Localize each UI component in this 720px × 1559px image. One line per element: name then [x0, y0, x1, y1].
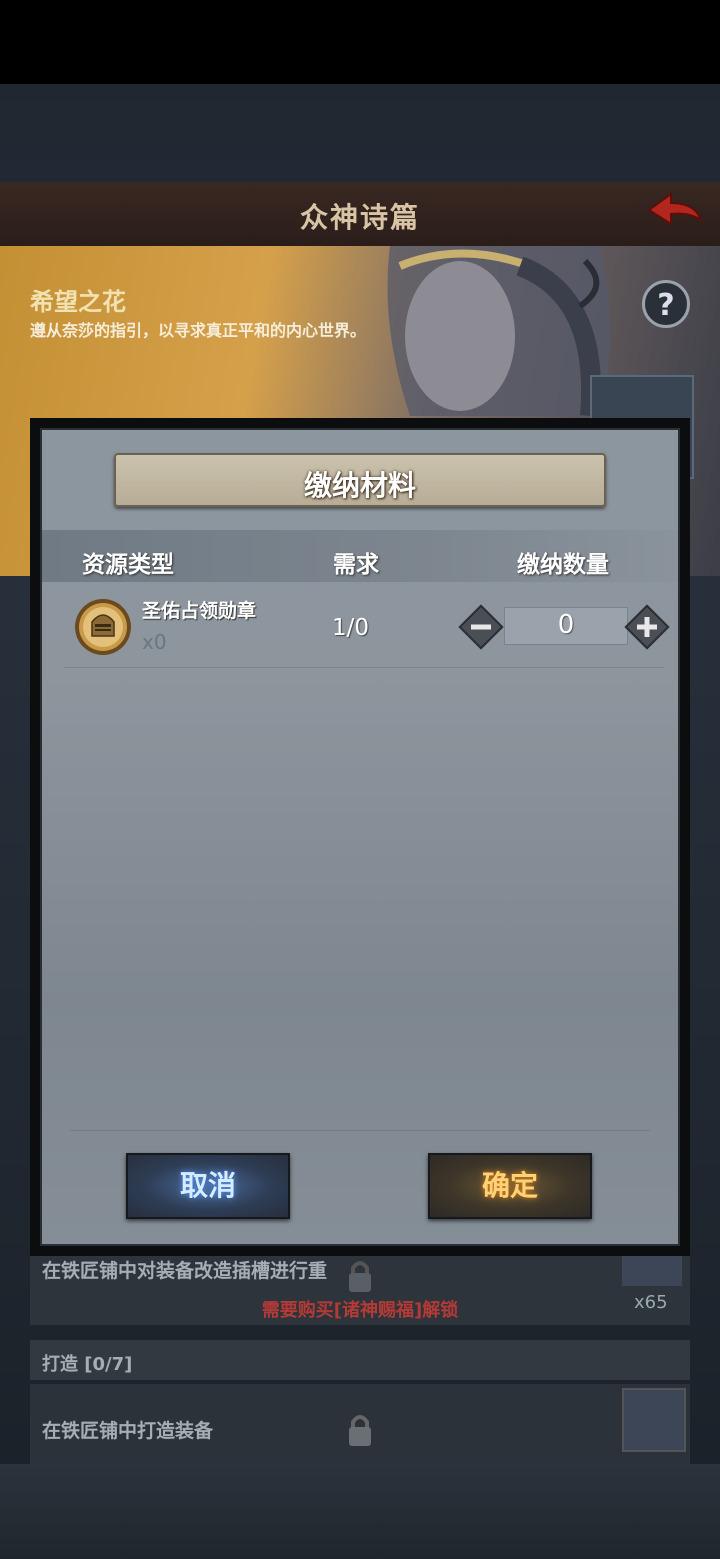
banner-title: 希望之花	[30, 288, 126, 316]
bottom-bar-area	[0, 1464, 720, 1559]
lock-message: 需要购买[诸神赐福]解锁	[261, 1300, 459, 1321]
knight-helmet-medal-icon	[75, 599, 131, 655]
item-need: 1/0	[332, 615, 370, 641]
column-header-type: 资源类型	[82, 552, 174, 578]
status-bar-area	[0, 0, 720, 84]
quantity-value[interactable]: 0	[504, 610, 628, 640]
confirm-button[interactable]: 确定	[428, 1153, 592, 1219]
reward-icon	[622, 1388, 686, 1452]
plus-icon[interactable]	[622, 602, 672, 652]
task-label: 在铁匠铺中打造装备	[42, 1420, 214, 1442]
banner-description: 遵从奈莎的指引，以寻求真正平和的内心世界。	[30, 321, 367, 340]
item-name: 圣佑占领勋章	[142, 600, 257, 622]
reward-count: x65	[634, 1292, 668, 1313]
help-icon[interactable]: ?	[642, 280, 690, 328]
lock-icon	[349, 1415, 371, 1446]
page-title: 众神诗篇	[299, 201, 420, 234]
section-label: 打造 [0/7]	[42, 1354, 133, 1375]
minus-icon[interactable]	[456, 602, 506, 652]
column-header-amount: 缴纳数量	[517, 552, 609, 578]
task-label: 在铁匠铺中对装备改造插槽进行重	[42, 1260, 328, 1282]
lock-icon	[349, 1261, 371, 1292]
divider	[70, 1130, 650, 1131]
cancel-button[interactable]: 取消	[126, 1153, 290, 1219]
back-arrow-icon[interactable]	[645, 190, 705, 234]
item-owned-count: x0	[142, 630, 167, 654]
dialog-title: 缴纳材料	[303, 469, 416, 502]
column-header-need: 需求	[333, 552, 379, 578]
